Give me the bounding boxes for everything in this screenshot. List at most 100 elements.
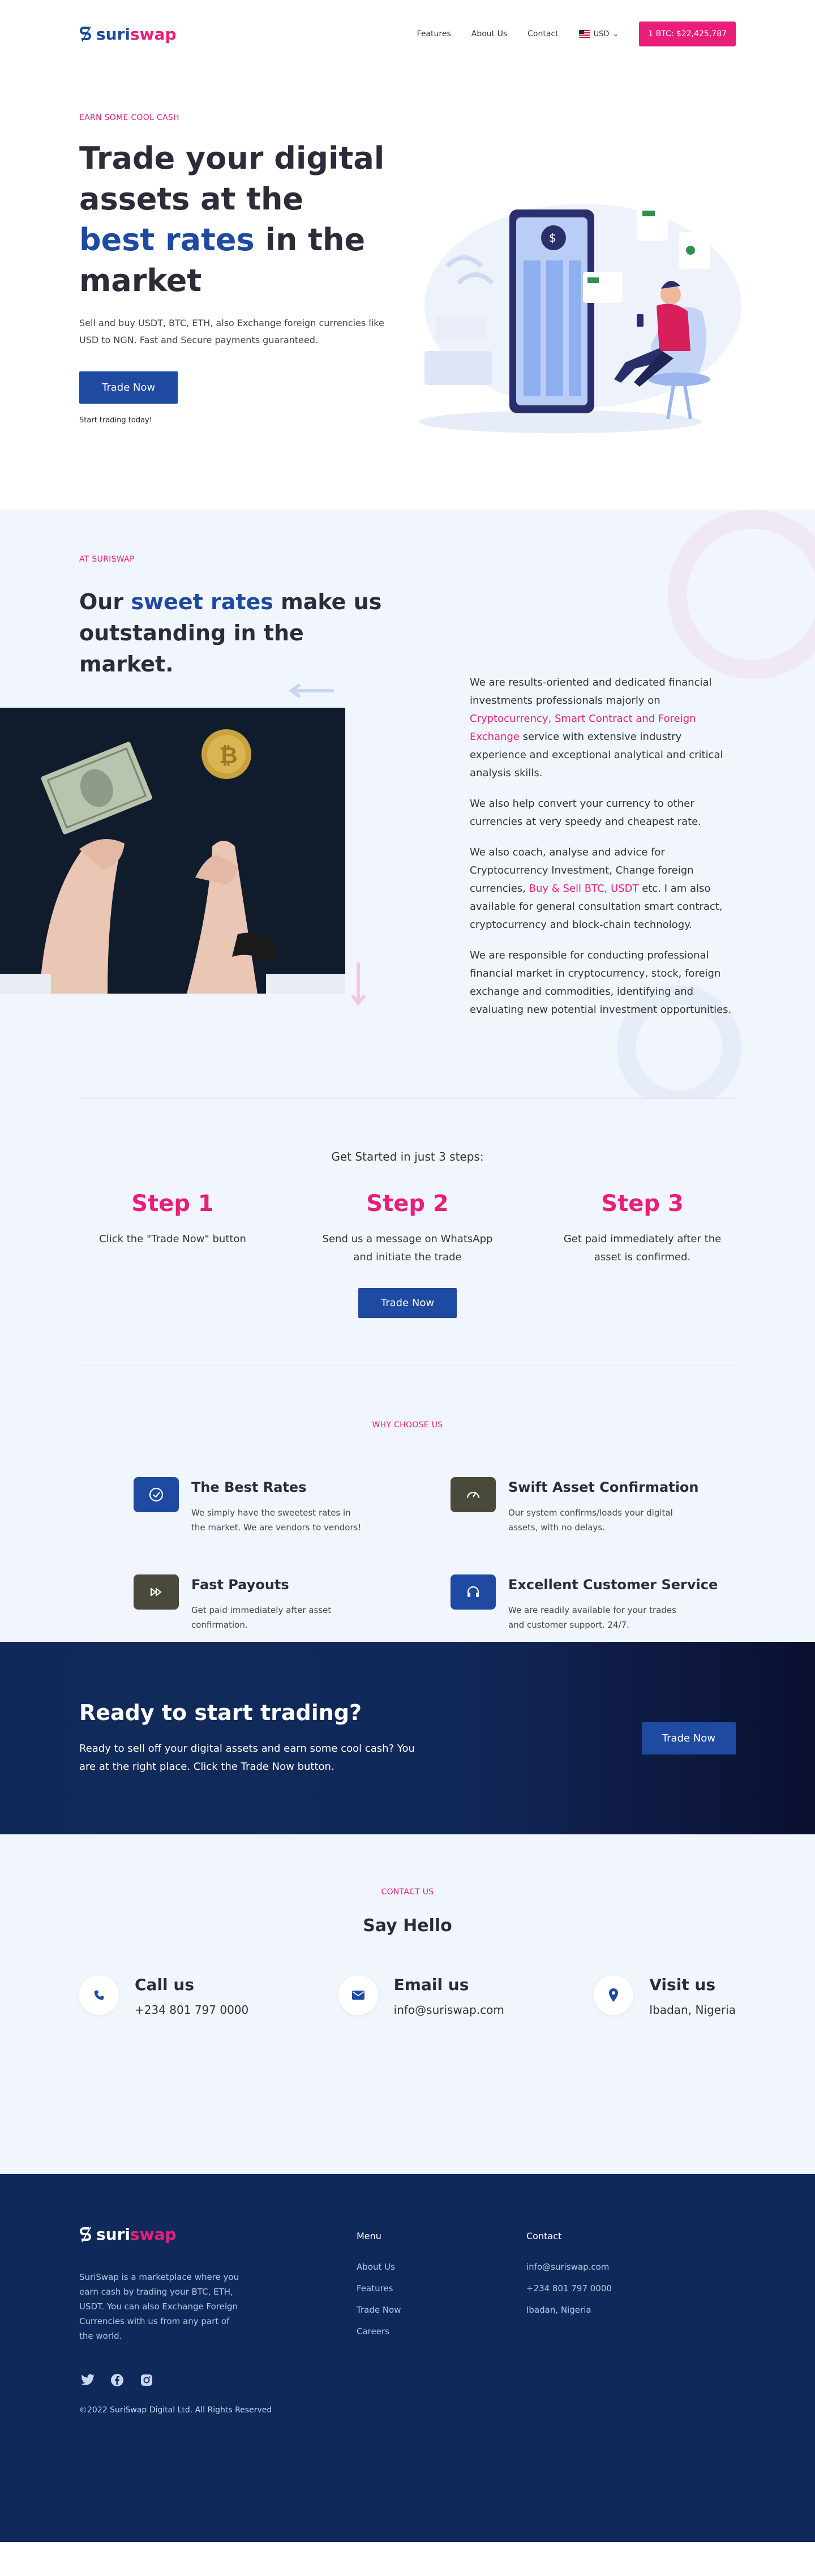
step-1: Step 1 Click the "Trade Now" button [79, 1191, 266, 1266]
hero-trade-now-button[interactable]: Trade Now [79, 371, 178, 404]
nav-link-about[interactable]: About Us [471, 29, 507, 38]
feature-text: Our system confirms/loads your digital a… [508, 1508, 673, 1533]
footer-menu-title: Menu [357, 2231, 381, 2241]
steps-title: Get Started in just 3 steps: [331, 1150, 484, 1163]
step-heading: Step 3 [601, 1191, 684, 1217]
contact-title: Say Hello [363, 1916, 452, 1936]
about-paragraph-3: We also coach, analyse and advice for Cr… [470, 846, 723, 931]
feature-text: We are readily available for your trades… [508, 1605, 676, 1630]
footer-logo[interactable]: suriswap [79, 2225, 357, 2244]
cta-text: Ready to sell off your digital assets an… [79, 1743, 415, 1773]
footer-link-careers[interactable]: Careers [357, 2326, 526, 2337]
top-nav: suriswap Features About Us Contact USD ⌄… [0, 0, 815, 68]
nav-menu: Features About Us Contact USD ⌄ 1 BTC: $… [417, 22, 736, 46]
footer-link-about[interactable]: About Us [357, 2262, 526, 2272]
contact-item-title: Visit us [649, 1975, 716, 1994]
about-section: AT SURISWAP Our sweet rates make us outs… [0, 510, 815, 1098]
hero-illustration: $ [419, 204, 741, 433]
footer-email[interactable]: info@suriswap.com [526, 2262, 612, 2272]
feature-customer-service: Excellent Customer Service We are readily… [451, 1574, 734, 1632]
footer-link-features[interactable]: Features [357, 2283, 526, 2293]
footer-link-trade-now[interactable]: Trade Now [357, 2305, 526, 2315]
logo-mark-icon [80, 2227, 91, 2242]
brand-name-part1: suri [96, 2225, 131, 2244]
location-pin-icon [594, 1975, 634, 2015]
logo-mark-icon [80, 26, 91, 42]
twitter-icon[interactable] [79, 2372, 96, 2389]
contact-list: Call us +234 801 797 0000 Email us info@su… [79, 1975, 736, 2017]
brand-name-part1: suri [96, 24, 131, 44]
step-heading: Step 2 [366, 1191, 449, 1217]
instagram-icon[interactable] [138, 2372, 155, 2389]
headset-icon [451, 1574, 496, 1610]
feature-text: We simply have the sweetest rates in the… [191, 1508, 362, 1533]
arrow-left-decor-icon [288, 683, 334, 699]
social-links [79, 2372, 357, 2389]
steps-list: Step 1 Click the "Trade Now" button Step… [79, 1191, 736, 1266]
btc-rate-button[interactable]: 1 BTC: $22,425,787 [639, 22, 736, 46]
speedometer-icon [451, 1477, 496, 1512]
step-heading: Step 1 [131, 1191, 214, 1217]
contact-email-address[interactable]: info@suriswap.com [394, 2003, 504, 2017]
step-text: Send us a message on WhatsApp and initia… [322, 1233, 493, 1263]
contact-email: Email us info@suriswap.com [338, 1975, 504, 2017]
svg-text:$: $ [549, 231, 556, 245]
contact-eyebrow: CONTACT US [381, 1888, 434, 1897]
contact-item-title: Call us [135, 1975, 194, 1994]
arrow-down-decor-icon [350, 962, 366, 1006]
contact-address: Ibadan, Nigeria [649, 2003, 736, 2017]
chevron-down-icon: ⌄ [612, 29, 619, 38]
feature-text: Get paid immediately after asset confirm… [191, 1605, 332, 1630]
feature-title: Excellent Customer Service [508, 1577, 718, 1593]
brand-name-part2: swap [130, 2225, 177, 2244]
check-circle-icon [134, 1477, 179, 1512]
footer: suriswap SuriSwap is a marketplace where… [0, 2174, 815, 2542]
step-text: Click the "Trade Now" button [99, 1233, 246, 1245]
about-title: Our sweet rates make us outstanding in t… [79, 589, 382, 677]
feature-title: Swift Asset Confirmation [508, 1479, 699, 1495]
facebook-icon[interactable] [109, 2372, 126, 2389]
cta-trade-now-button[interactable]: Trade Now [641, 1722, 736, 1755]
crypto-hands-photo: ₿ [0, 708, 345, 994]
phone-icon [79, 1975, 119, 2015]
copyright: ©2022 SuriSwap Digital Ltd. All Rights R… [79, 2406, 272, 2415]
cta-title: Ready to start trading? [79, 1700, 362, 1725]
brand-logo[interactable]: suriswap [79, 25, 177, 44]
nav-link-features[interactable]: Features [417, 29, 451, 38]
dollar-watermark-icon [668, 510, 815, 679]
footer-contact-title: Contact [526, 2231, 562, 2241]
feature-title: The Best Rates [191, 1479, 307, 1495]
about-paragraph-1: We are results-oriented and dedicated fi… [470, 677, 723, 779]
feature-swift-confirmation: Swift Asset Confirmation Our system confi… [451, 1477, 734, 1535]
contact-item-title: Email us [393, 1975, 469, 1994]
svg-text:₿: ₿ [219, 743, 238, 769]
hero-section: EARN SOME COOL CASH Trade your digital a… [0, 68, 815, 510]
hero-subtitle: Sell and buy USDT, BTC, ETH, also Exchan… [79, 318, 384, 345]
footer-phone[interactable]: +234 801 797 0000 [526, 2283, 612, 2293]
us-flag-icon [578, 30, 590, 38]
about-text: We are results-oriented and dedicated fi… [470, 674, 736, 1032]
footer-menu: About Us Features Trade Now Careers [357, 2262, 526, 2337]
feature-fast-payouts: Fast Payouts Get paid immediately after a… [134, 1574, 451, 1632]
steps-trade-now-button[interactable]: Trade Now [358, 1288, 457, 1318]
brand-name-part2: swap [130, 24, 177, 44]
about-paragraph-2: We also help convert your currency to ot… [470, 798, 701, 828]
contact-phone[interactable]: +234 801 797 0000 [135, 2003, 248, 2017]
features-grid: The Best Rates We simply have the sweetes… [134, 1477, 736, 1632]
currency-selector[interactable]: USD ⌄ [578, 29, 619, 38]
fast-forward-icon [134, 1574, 179, 1610]
why-eyebrow: WHY CHOOSE US [372, 1420, 443, 1430]
mail-icon [338, 1975, 378, 2015]
about-eyebrow: AT SURISWAP [79, 555, 135, 564]
footer-contact: info@suriswap.com +234 801 797 0000 Ibad… [526, 2262, 612, 2315]
feature-best-rates: The Best Rates We simply have the sweetes… [134, 1477, 451, 1535]
step-text: Get paid immediately after the asset is … [563, 1233, 722, 1263]
step-3: Step 3 Get paid immediately after the as… [549, 1191, 736, 1266]
about-paragraph-4: We are responsible for conducting profes… [470, 949, 732, 1016]
nav-link-contact[interactable]: Contact [527, 29, 558, 38]
crypto-hands-image: ₿ [0, 708, 345, 994]
hero-eyebrow: EARN SOME COOL CASH [79, 113, 179, 122]
contact-call: Call us +234 801 797 0000 [79, 1975, 248, 2017]
hero-title: Trade your digital assets at the best ra… [79, 140, 385, 298]
why-choose-us: WHY CHOOSE US The Best Rates We simply ha… [79, 1420, 736, 1632]
